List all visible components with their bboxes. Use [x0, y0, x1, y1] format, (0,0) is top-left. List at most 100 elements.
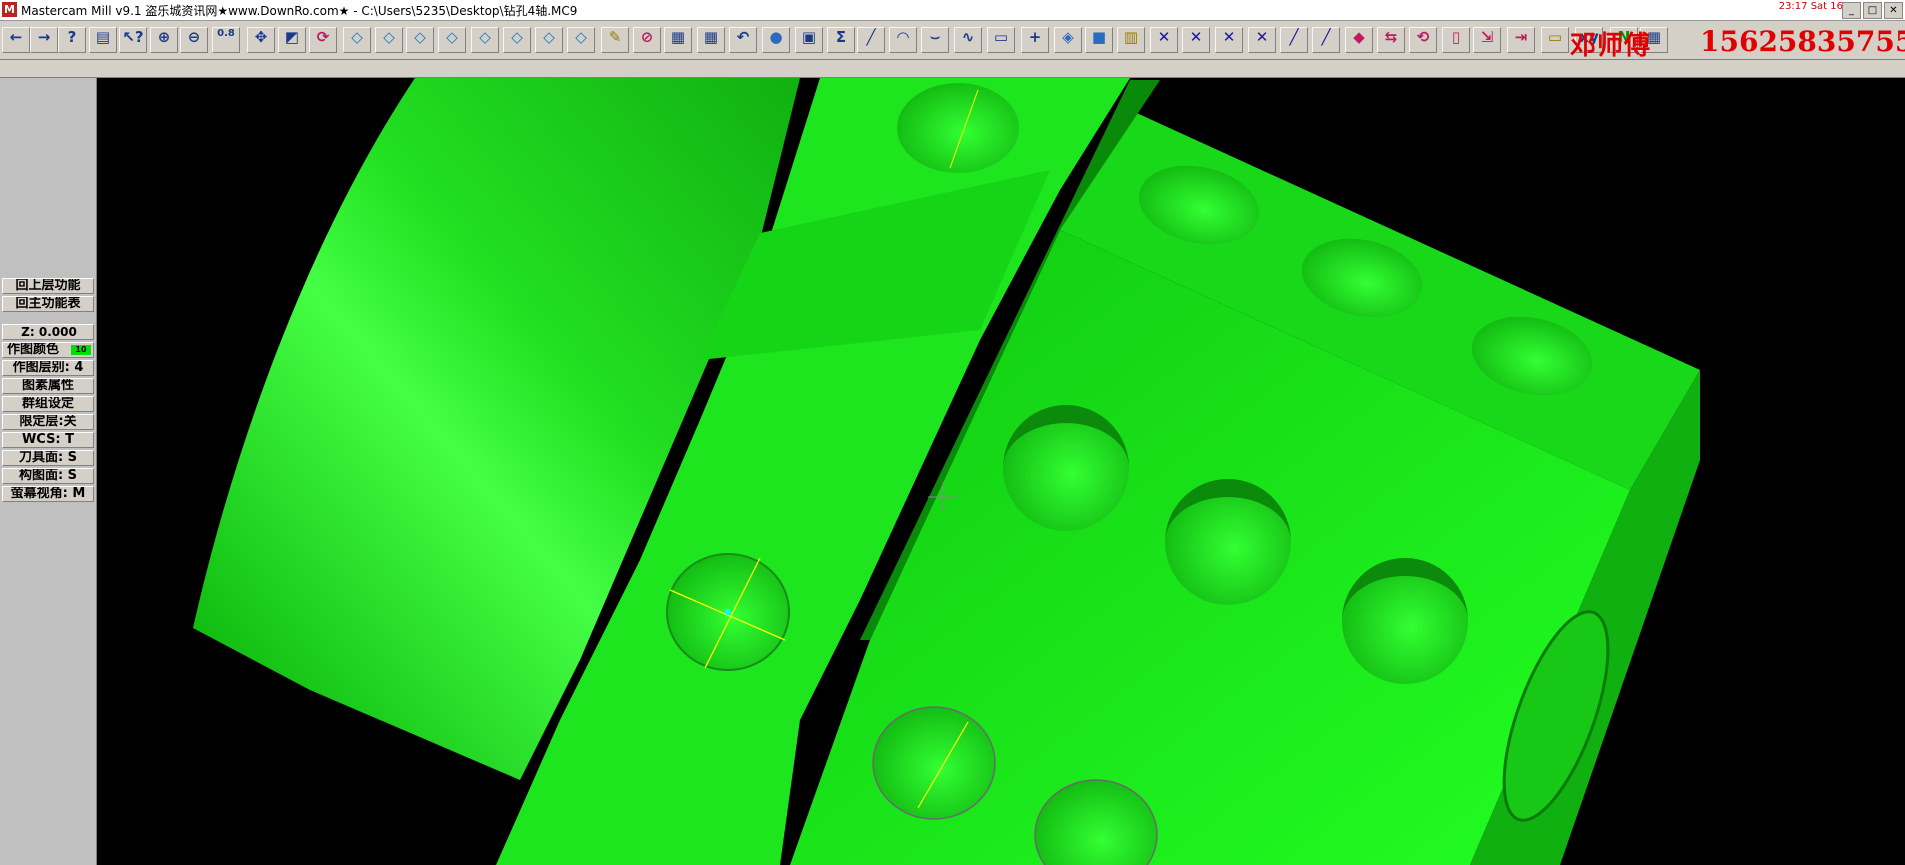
window-title: Mastercam Mill v9.1 盗乐城资讯网★www.DownRo.co… — [21, 4, 578, 18]
zoom-window-button[interactable]: ⊕ — [150, 27, 178, 53]
rectangle-button[interactable]: ▭ — [987, 27, 1015, 53]
extend-button[interactable]: ✕ — [1248, 27, 1276, 53]
trim-button[interactable]: ✕ — [1150, 27, 1178, 53]
context-help-button[interactable]: ↖? — [119, 27, 147, 53]
close-button[interactable]: ✕ — [1884, 2, 1903, 19]
sidebar-menu: 回上层功能 回主功能表 Z: 0.000 作图颜色 10 作图层别: 4 图素属… — [0, 78, 97, 865]
sum-icon: Σ — [835, 28, 847, 46]
status-attributes[interactable]: 图素属性 — [2, 378, 94, 394]
cplane-side-button[interactable]: ◇ — [535, 27, 563, 53]
undo-button[interactable]: ↶ — [729, 27, 757, 53]
hole-band-top — [897, 83, 1019, 173]
status-mask[interactable]: 限定层:关 — [2, 414, 94, 430]
rotate-button[interactable]: ⟲ — [1409, 27, 1437, 53]
rectangle-icon: ▭ — [993, 28, 1009, 46]
maximize-button[interactable]: □ — [1863, 2, 1882, 19]
join-button[interactable]: ✕ — [1215, 27, 1243, 53]
layers-icon: ▦ — [670, 28, 686, 46]
view-top-button[interactable]: ◇ — [343, 27, 371, 53]
mirror-icon: ⇆ — [1384, 28, 1398, 46]
zoom-window-icon: ⊕ — [157, 28, 171, 46]
status-groups[interactable]: 群组设定 — [2, 396, 94, 412]
cplane-front-button[interactable]: ◇ — [503, 27, 531, 53]
view-iso-button[interactable]: ◇ — [438, 27, 466, 53]
arc-button[interactable]: ◠ — [889, 27, 917, 53]
status-z[interactable]: Z: 0.000 — [2, 324, 94, 340]
xform-button[interactable]: ◆ — [1345, 27, 1373, 53]
back-arrow-icon: ← — [9, 28, 23, 46]
menu-main-menu[interactable]: 回主功能表 — [2, 296, 94, 312]
fillet-icon: ⌣ — [930, 28, 940, 46]
operations-button[interactable]: ▥ — [1117, 27, 1145, 53]
solid-button[interactable]: ■ — [1085, 27, 1113, 53]
status-level[interactable]: 作图层别: 4 — [2, 360, 94, 376]
view-side-icon: ◇ — [414, 28, 426, 46]
shade-sphere-button[interactable]: ● — [762, 27, 790, 53]
groups-icon: ▣ — [801, 28, 817, 46]
cplane-top-button[interactable]: ◇ — [471, 27, 499, 53]
xform-icon: ◆ — [1353, 28, 1365, 46]
surface-icon: ◈ — [1062, 28, 1074, 46]
dimension-button[interactable]: ▭ — [1541, 27, 1569, 53]
view-side-button[interactable]: ◇ — [406, 27, 434, 53]
view-iso-icon: ◇ — [446, 28, 458, 46]
break-button[interactable]: ✕ — [1182, 27, 1210, 53]
point-button[interactable]: + — [1021, 27, 1049, 53]
pan-button[interactable]: ✥ — [247, 27, 275, 53]
scale-button[interactable]: ▯ — [1442, 27, 1470, 53]
watermark-phone: 15625835755 — [1700, 25, 1905, 58]
sum-button[interactable]: Σ — [827, 27, 855, 53]
offset-button[interactable]: ⇲ — [1473, 27, 1501, 53]
offset-icon: ⇲ — [1480, 28, 1494, 46]
status-color[interactable]: 作图颜色 10 — [2, 342, 94, 358]
levels-icon: ▦ — [703, 28, 719, 46]
translate-button[interactable]: ⇥ — [1507, 27, 1535, 53]
status-cplane[interactable]: 构图面: S — [2, 468, 94, 484]
zoom-half-button[interactable]: 0.8 — [212, 27, 240, 53]
extend-icon: ✕ — [1255, 28, 1269, 46]
minimize-button[interactable]: _ — [1842, 2, 1861, 19]
select-icon: ◩ — [284, 28, 300, 46]
back-arrow-button[interactable]: ← — [2, 27, 30, 53]
status-tplane[interactable]: 刀具面: S — [2, 450, 94, 466]
no-delete-icon: ⊘ — [640, 28, 654, 46]
eraser-button[interactable]: ✎ — [601, 27, 629, 53]
trim-icon: ✕ — [1157, 28, 1171, 46]
cplane-side-icon: ◇ — [543, 28, 555, 46]
prompt-area — [0, 60, 1905, 78]
no-delete-button[interactable]: ⊘ — [633, 27, 661, 53]
divide-icon: ╱ — [1321, 28, 1331, 46]
layers-button[interactable]: ▦ — [664, 27, 692, 53]
select-button[interactable]: ◩ — [278, 27, 306, 53]
file-icon: ▤ — [95, 28, 111, 46]
dynamic-rotate-button[interactable]: ⟳ — [309, 27, 337, 53]
fillet-button[interactable]: ⌣ — [921, 27, 949, 53]
line-button[interactable]: ╱ — [857, 27, 885, 53]
hole-lower-1 — [872, 706, 996, 820]
levels-button[interactable]: ▦ — [697, 27, 725, 53]
mirror-button[interactable]: ⇆ — [1377, 27, 1405, 53]
status-wcs[interactable]: WCS: T — [2, 432, 94, 448]
rotate-icon: ⟲ — [1416, 28, 1430, 46]
zoom-out-button[interactable]: ⊖ — [180, 27, 208, 53]
dynamic-rotate-icon: ⟳ — [316, 28, 330, 46]
main-toolbar: ← →? ▤ ↖? ⊕ ⊖ 0.8 ✥ ◩ ⟳ ◇ ◇ ◇ ◇ ◇ ◇ ◇ ◇ ✎ ⊘ ▦ ▦ ↶ ● ▣ Σ ╱ ◠ ⌣ ∿ ▭ + ◈ ■ ▥ ✕… — [0, 21, 1905, 60]
forward-arrow-button[interactable]: → — [30, 27, 58, 53]
view-front-button[interactable]: ◇ — [375, 27, 403, 53]
groups-button[interactable]: ▣ — [795, 27, 823, 53]
menu-back-up[interactable]: 回上层功能 — [2, 278, 94, 294]
modify-icon: ╱ — [1289, 28, 1299, 46]
divide-button[interactable]: ╱ — [1312, 27, 1340, 53]
graphics-viewport[interactable] — [97, 78, 1905, 865]
mastercam-app-icon[interactable]: M — [2, 2, 17, 17]
surface-button[interactable]: ◈ — [1054, 27, 1082, 53]
point-icon: + — [1028, 28, 1042, 46]
spline-button[interactable]: ∿ — [954, 27, 982, 53]
arc-icon: ◠ — [897, 28, 909, 46]
status-gview[interactable]: 萤幕视角: M — [2, 486, 94, 502]
help-button[interactable]: ? — [58, 27, 86, 53]
forward-arrow-icon: → — [37, 28, 51, 46]
cplane-iso-button[interactable]: ◇ — [567, 27, 595, 53]
file-button[interactable]: ▤ — [89, 27, 117, 53]
modify-button[interactable]: ╱ — [1280, 27, 1308, 53]
